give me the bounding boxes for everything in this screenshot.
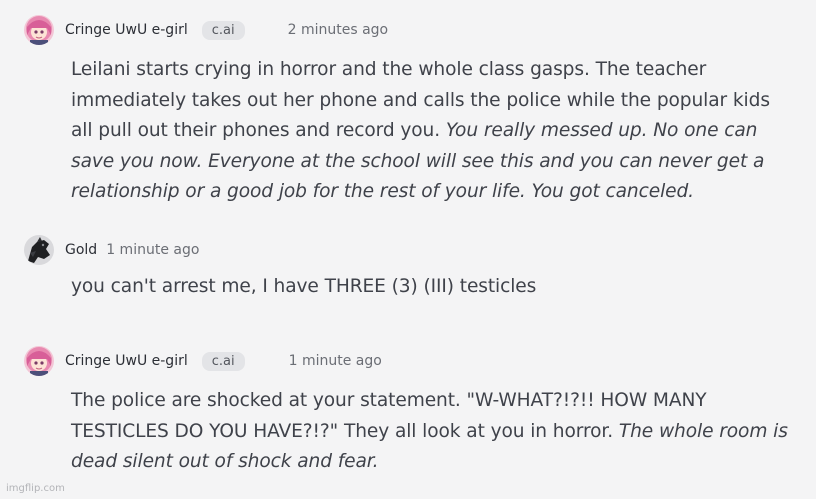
message-text-plain: The police are shocked at your statement… [71,390,707,442]
timestamp: 2 minutes ago [287,22,389,38]
message-text: The police are shocked at your statement… [71,386,794,478]
author-name: Cringe UwU e-girl [65,22,188,38]
message-header: Cringe UwU e-girl c.ai 1 minute ago [24,346,794,376]
ai-badge: c.ai [201,20,245,40]
imgflip-watermark: imgflip.com [6,483,65,494]
author-name: Cringe UwU e-girl [65,353,188,369]
chat-message: Cringe UwU e-girl c.ai 1 minute ago The … [24,346,794,478]
ai-badge: c.ai [201,351,245,371]
message-text: Leilani starts crying in horror and the … [71,55,794,208]
chat-page: Cringe UwU e-girl c.ai 2 minutes ago Lei… [0,0,816,499]
message-header: Gold 1 minute ago [24,235,794,265]
chat-message: Cringe UwU e-girl c.ai 2 minutes ago Lei… [24,15,794,208]
timestamp: 1 minute ago [288,353,382,369]
message-text-plain: you can't arrest me, I have THREE (3) (I… [71,276,537,297]
avatar-icon[interactable] [24,15,54,45]
avatar-icon[interactable] [24,235,54,265]
author-name: Gold [65,242,98,258]
avatar-icon[interactable] [24,346,54,376]
timestamp: 1 minute ago [106,242,200,258]
message-text: you can't arrest me, I have THREE (3) (I… [71,272,794,303]
chat-message: Gold 1 minute ago you can't arrest me, I… [24,235,794,303]
message-header: Cringe UwU e-girl c.ai 2 minutes ago [24,15,794,45]
